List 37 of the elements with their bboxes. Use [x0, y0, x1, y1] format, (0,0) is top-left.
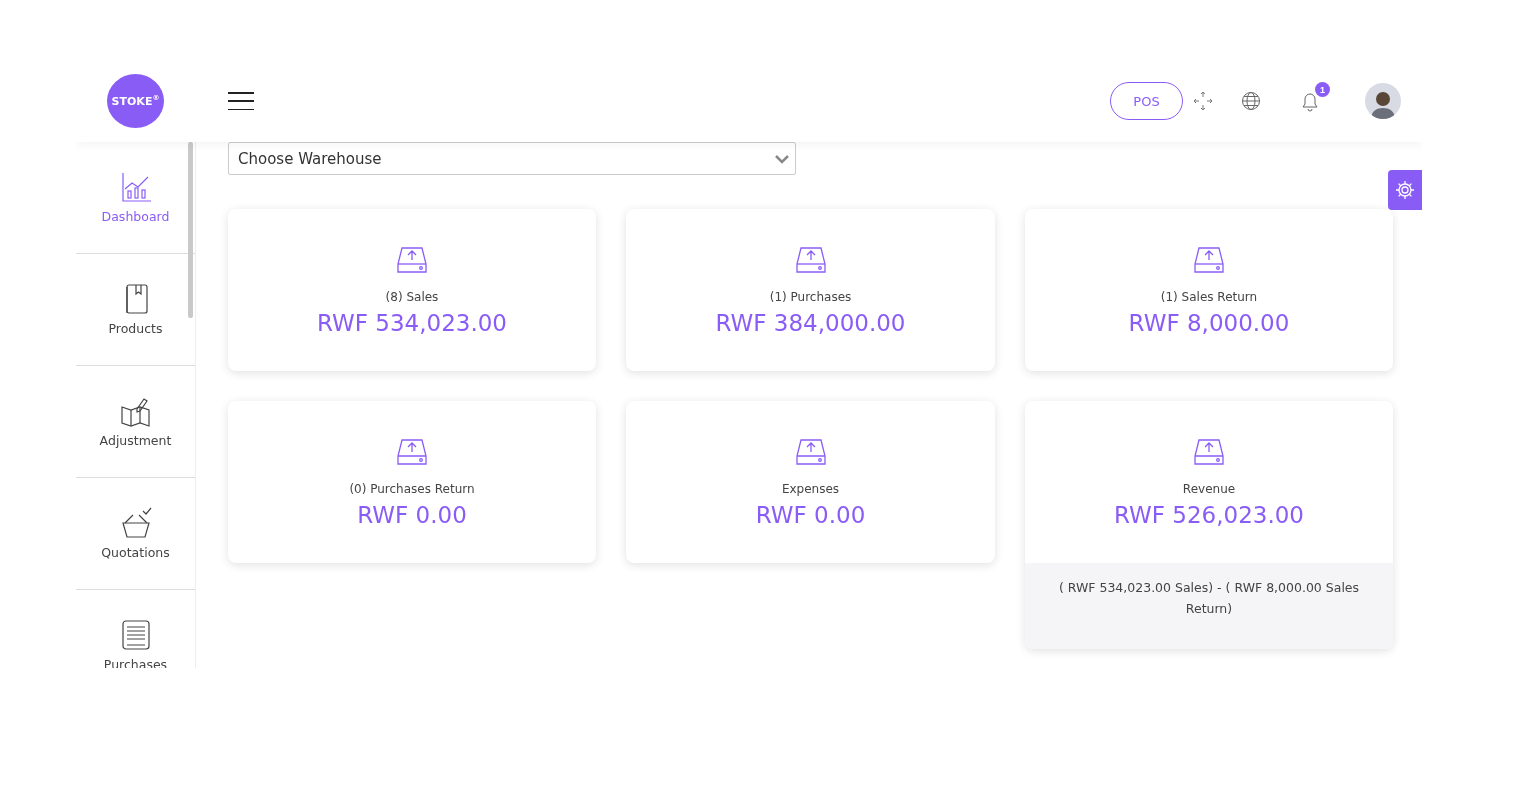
notification-badge: 1 — [1315, 82, 1330, 97]
stat-label: (8) Sales — [385, 290, 439, 304]
stat-value: RWF 526,023.00 — [1114, 502, 1304, 528]
pos-button[interactable]: POS — [1110, 82, 1183, 120]
chevron-down-icon — [775, 153, 789, 164]
stat-value: RWF 534,023.00 — [317, 310, 507, 336]
settings-button[interactable] — [1388, 170, 1422, 210]
logo[interactable]: STOKE$^{®}$ — [107, 74, 164, 128]
stat-value: RWF 384,000.00 — [715, 310, 906, 336]
stat-value: RWF 0.00 — [755, 502, 866, 528]
drive-upload-icon — [1193, 244, 1225, 276]
stat-label: (1) Sales Return — [1160, 290, 1258, 304]
menu-button[interactable] — [228, 92, 254, 110]
stat-label: (0) Purchases Return — [349, 482, 475, 496]
drive-upload-icon — [794, 244, 827, 276]
warehouse-select[interactable]: Choose Warehouse — [228, 142, 796, 175]
avatar[interactable] — [1365, 83, 1401, 119]
drive-upload-icon — [396, 244, 428, 276]
bell-icon — [1299, 90, 1321, 112]
scrollbar-thumb[interactable] — [188, 142, 193, 318]
drive-upload-icon — [396, 436, 428, 468]
drive-upload-icon — [794, 436, 827, 468]
globe-icon[interactable] — [1241, 91, 1261, 111]
stat-value: RWF 8,000.00 — [1128, 310, 1290, 336]
fullscreen-icon[interactable] — [1192, 90, 1214, 112]
stat-label: (1) Purchases — [769, 290, 852, 304]
notification-button[interactable]: 1 — [1289, 80, 1331, 122]
sidebar-item[interactable]: Adjustment — [76, 366, 195, 478]
revenue-note: ( RWF 534,023.00 Sales) - ( RWF 8,000.00 Sales Return) — [1025, 563, 1393, 649]
sidebar-item[interactable]: Quotations — [76, 478, 195, 590]
stat-value: RWF 0.00 — [357, 502, 467, 528]
stat-label: Expenses — [781, 482, 840, 496]
stat-label: Revenue — [1182, 482, 1236, 496]
drive-upload-icon — [1193, 436, 1225, 468]
sidebar-item[interactable]: Dashboard — [76, 142, 195, 254]
gear-icon — [1395, 180, 1415, 200]
sidebar-item[interactable]: Products — [76, 254, 195, 366]
